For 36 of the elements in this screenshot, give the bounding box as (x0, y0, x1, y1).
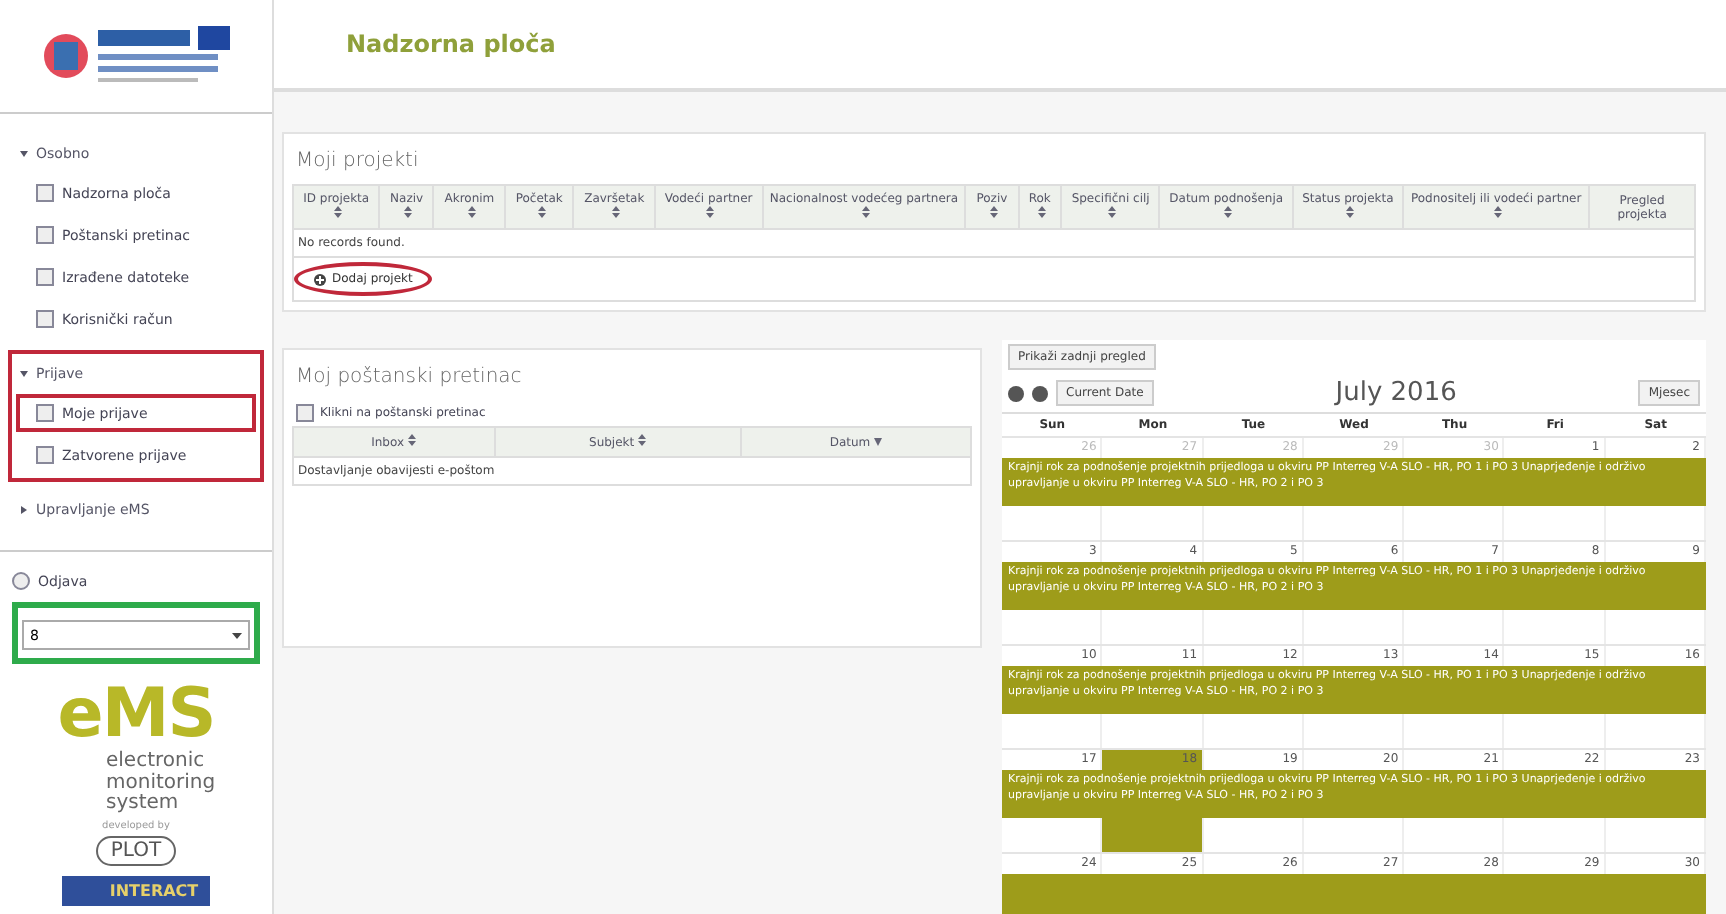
sort-icon[interactable] (408, 434, 417, 446)
sort-icon[interactable] (989, 206, 998, 218)
sort-icon[interactable] (861, 206, 870, 218)
panel-title: Moj poštanski pretinac (294, 364, 524, 392)
page-icon (36, 226, 54, 244)
page-icon (36, 184, 54, 202)
sort-icon[interactable] (1224, 206, 1233, 218)
sort-icon[interactable] (537, 206, 546, 218)
sort-icon[interactable] (1345, 206, 1354, 218)
sort-icon[interactable] (467, 206, 476, 218)
panel-title: Moji projekti (294, 148, 421, 176)
page-icon (36, 404, 54, 422)
ems-logo: eMS (57, 680, 215, 748)
plot-logo: PLOT (96, 835, 176, 865)
sort-icon[interactable] (334, 206, 343, 218)
plus-icon (314, 273, 326, 285)
page-icon (36, 310, 54, 328)
previous-button[interactable] (1008, 385, 1024, 401)
sort-icon[interactable] (1037, 206, 1046, 218)
dropdown-caret-icon (232, 631, 242, 639)
mail-icon (296, 404, 314, 422)
power-icon (12, 572, 30, 590)
sort-icon[interactable] (1494, 206, 1503, 218)
calendar-title: July 2016 (1332, 378, 1459, 408)
logo-subtitle: electronic monitoring system (106, 752, 218, 815)
page-icon (36, 446, 54, 464)
sort-icon[interactable] (612, 206, 621, 218)
sort-down-icon[interactable] (874, 437, 883, 445)
sort-icon[interactable] (706, 206, 715, 218)
page-title: Nadzorna ploča (346, 30, 556, 58)
sort-icon[interactable] (404, 206, 413, 218)
page-icon (36, 268, 54, 286)
sort-icon[interactable] (1108, 206, 1117, 218)
next-button[interactable] (1032, 385, 1048, 401)
interact-logo: INTERACT (61, 875, 211, 905)
sort-icon[interactable] (638, 434, 647, 446)
